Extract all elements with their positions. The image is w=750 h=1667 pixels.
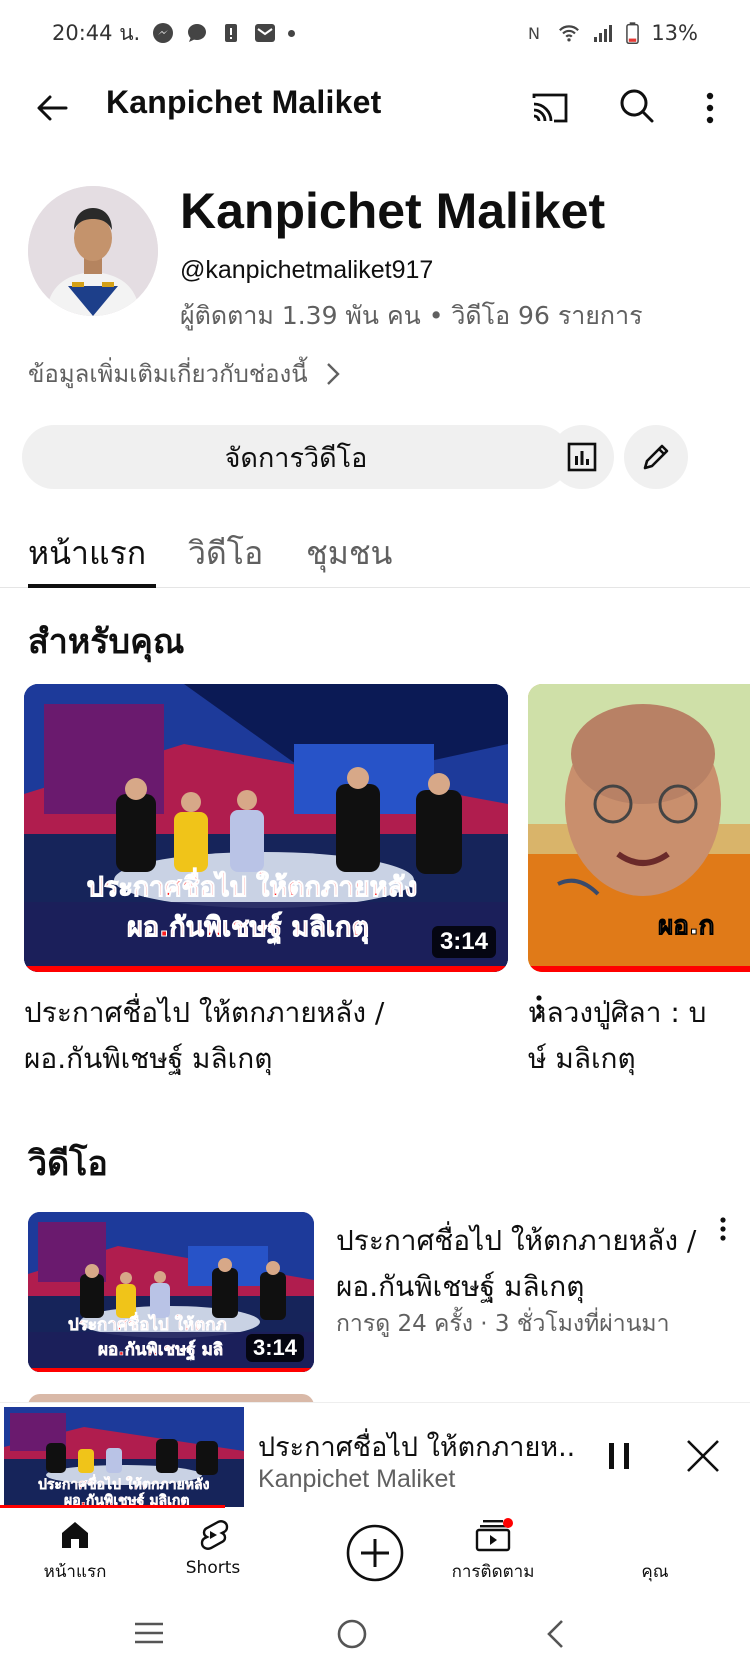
- notification-dot-icon: [288, 29, 296, 37]
- nfc-icon: N: [528, 24, 540, 43]
- tab-community[interactable]: ชุมชน: [306, 528, 392, 579]
- chat-icon: [188, 24, 207, 42]
- channel-avatar[interactable]: [28, 186, 158, 316]
- thumb-caption-5: ผอ.กันพิเชษฐ์ มลิ: [98, 1339, 223, 1361]
- video-duration: 3:14: [431, 926, 496, 958]
- mini-player[interactable]: ประกาศชื่อไป ให้ตกภายหลัง ผอ.กันพิเชษฐ์ …: [0, 1402, 750, 1508]
- videos-heading: วิดีโอ: [28, 1144, 108, 1184]
- manage-videos-button[interactable]: จัดการวิดีโอ: [22, 425, 570, 489]
- battery-icon: [626, 22, 640, 44]
- close-icon[interactable]: [684, 1437, 722, 1475]
- for-you-card-title-line1: ประกาศชื่อไป ให้ตกภายหลัง /: [24, 996, 385, 1029]
- search-icon[interactable]: [614, 84, 658, 128]
- for-you-card-title[interactable]: ประกาศชื่อไป ให้ตกภายหลัง / ผอ.กันพิเชษฐ…: [24, 990, 514, 1082]
- create-icon[interactable]: [344, 1522, 406, 1584]
- channel-handle: @kanpichetmaliket917: [180, 256, 434, 284]
- wifi-icon: [559, 25, 580, 42]
- battery-percent: 13%: [651, 21, 698, 45]
- video-duration: 3:14: [245, 1334, 304, 1362]
- analytics-button[interactable]: [550, 425, 614, 489]
- shorts-icon: [200, 1520, 229, 1550]
- nav-home-label: หน้าแรก: [43, 1562, 107, 1582]
- status-time: 20:44 น.: [52, 20, 141, 45]
- bottom-navigation: หน้าแรก Shorts การติดตาม คุณ: [0, 1508, 750, 1602]
- tab-videos[interactable]: วิดีโอ: [188, 528, 263, 579]
- more-vert-icon[interactable]: [700, 86, 720, 130]
- recents-icon[interactable]: [132, 1618, 166, 1648]
- edit-channel-button[interactable]: [624, 425, 688, 489]
- app-bar: Kanpichet Maliket: [0, 66, 750, 150]
- channel-more-info-link[interactable]: ข้อมูลเพิ่มเติมเกี่ยวกับช่องนี้: [28, 354, 342, 393]
- nav-shorts[interactable]: Shorts: [138, 1518, 288, 1578]
- subscriptions-icon: [475, 1518, 513, 1552]
- chevron-right-icon: [326, 362, 340, 385]
- channel-tabs: หน้าแรก วิดีโอ ชุมชน: [0, 520, 750, 588]
- thumb-caption-6: ประกาศชื่อไป ให้ตกภายหลัง: [38, 1474, 210, 1493]
- video-list-title[interactable]: ประกาศชื่อไป ให้ตกภายหลัง /ผอ.กันพิเชษฐ์…: [336, 1218, 706, 1310]
- home-icon: [62, 1522, 88, 1548]
- for-you-card-title-2[interactable]: หลวงปู่ศิลา : บ ษ์ มลิเกตุ: [528, 990, 750, 1082]
- thumb-caption-1: ประกาศชื่อไป ให้ตกภายหลัง: [87, 867, 418, 903]
- svg-text:N: N: [528, 24, 540, 43]
- status-bar: 20:44 น. N 13%: [0, 0, 750, 66]
- for-you-card-2-title-line2: ษ์ มลิเกตุ: [528, 1042, 636, 1075]
- more-vert-icon[interactable]: [716, 1214, 730, 1244]
- mini-player-thumbnail[interactable]: ประกาศชื่อไป ให้ตกภายหลัง ผอ.กันพิเชษฐ์ …: [4, 1407, 244, 1507]
- video-list-thumbnail[interactable]: ประกาศชื่อไป ให้ตกภ ผอ.กันพิเชษฐ์ มลิ 3:…: [28, 1212, 314, 1372]
- nav-home[interactable]: หน้าแรก: [0, 1518, 150, 1585]
- channel-more-info-label: ข้อมูลเพิ่มเติมเกี่ยวกับช่องนี้: [28, 360, 308, 388]
- thumb-caption-3: ผอ.ก: [658, 911, 714, 941]
- nav-subscriptions-label: การติดตาม: [451, 1562, 535, 1582]
- home-circle-icon[interactable]: [336, 1618, 368, 1650]
- mail-icon: [255, 24, 276, 42]
- alert-icon: [225, 24, 238, 42]
- pencil-icon: [643, 444, 669, 470]
- channel-stats: ผู้ติดตาม 1.39 พัน คน • วิดีโอ 96 รายการ: [180, 301, 643, 330]
- nav-subscriptions[interactable]: การติดตาม: [418, 1518, 568, 1585]
- system-navigation-bar: [0, 1602, 750, 1667]
- nav-you[interactable]: คุณ: [580, 1518, 730, 1585]
- for-you-card-thumbnail[interactable]: ประกาศชื่อไป ให้ตกภายหลัง ผอ.กันพิเชษฐ์ …: [24, 684, 508, 972]
- app-bar-title: Kanpichet Maliket: [106, 84, 382, 120]
- mini-player-channel: Kanpichet Maliket: [258, 1465, 456, 1493]
- signal-icon: [594, 25, 613, 42]
- system-back-icon[interactable]: [544, 1618, 568, 1650]
- channel-name: Kanpichet Maliket: [180, 183, 606, 239]
- nav-you-label: คุณ: [641, 1562, 669, 1582]
- messenger-icon: [153, 23, 174, 43]
- pause-icon[interactable]: [604, 1439, 634, 1473]
- for-you-card-thumbnail-2[interactable]: ผอ.ก: [528, 684, 750, 972]
- active-tab-indicator: [28, 584, 156, 588]
- for-you-heading: สำหรับคุณ: [28, 622, 185, 662]
- thumb-caption-4: ประกาศชื่อไป ให้ตกภ: [68, 1312, 227, 1335]
- nav-shorts-label: Shorts: [185, 1558, 241, 1578]
- thumb-caption-2: ผอ.กันพิเชษฐ์ มลิเกตุ: [127, 911, 369, 945]
- tab-home[interactable]: หน้าแรก: [28, 528, 146, 579]
- cast-icon[interactable]: [528, 86, 572, 130]
- analytics-icon: [567, 442, 597, 472]
- back-arrow-icon[interactable]: [30, 86, 74, 130]
- for-you-card-2-title-line1: หลวงปู่ศิลา : บ: [528, 996, 707, 1029]
- video-list-meta: การดู 24 ครั้ง · 3 ชั่วโมงที่ผ่านมา: [336, 1311, 670, 1337]
- mini-player-title: ประกาศชื่อไป ให้ตกภายห..: [258, 1432, 576, 1463]
- for-you-card-title-line2: ผอ.กันพิเชษฐ์ มลิเกตุ: [24, 1042, 273, 1075]
- you-icon: [638, 1518, 672, 1552]
